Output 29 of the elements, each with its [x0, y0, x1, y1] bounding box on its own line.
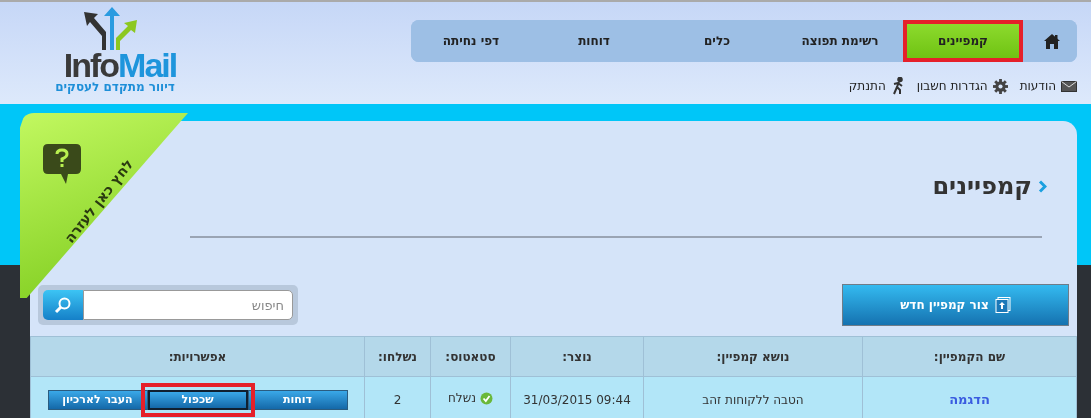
campaign-name-link[interactable]: הדגמה	[949, 392, 990, 407]
column-header: נושא קמפיין:	[643, 336, 863, 377]
account-link[interactable]: הגדרות חשבון	[916, 77, 1008, 95]
nav-tab[interactable]: קמפיינים	[903, 20, 1023, 62]
running-figure-icon	[890, 77, 905, 95]
account-link[interactable]: הודעות	[1019, 77, 1077, 95]
table-cell: הטבה ללקוחות זהב	[702, 392, 804, 407]
status-label: נשלח	[448, 391, 493, 406]
column-header: שם הקמפיין:	[862, 336, 1077, 377]
account-link[interactable]: התנתק	[848, 77, 905, 95]
home-icon	[1042, 32, 1061, 50]
search-field[interactable]: חיפוש	[83, 290, 293, 320]
column-header: סטאטוס:	[430, 336, 511, 377]
table-cell: 31/03/2015 09:44	[523, 392, 631, 407]
question-bubble-icon	[42, 143, 82, 185]
search-button[interactable]	[43, 290, 83, 320]
action-button[interactable]: העבר לארכיון	[47, 389, 148, 410]
settings-icon	[992, 78, 1008, 94]
page-title: קמפיינים	[932, 172, 1032, 200]
column-header: נשלחו:	[364, 336, 431, 377]
chevron-icon	[1038, 179, 1047, 193]
table-cell: 2	[393, 392, 402, 407]
arrows-icon	[82, 6, 138, 50]
column-header: אפשרויות:	[30, 336, 365, 377]
search-icon	[54, 296, 72, 314]
action-button[interactable]: דוחות	[247, 389, 348, 410]
envelope-icon	[1061, 80, 1077, 92]
upload-icon	[994, 297, 1011, 313]
column-header: נוצר:	[510, 336, 644, 377]
